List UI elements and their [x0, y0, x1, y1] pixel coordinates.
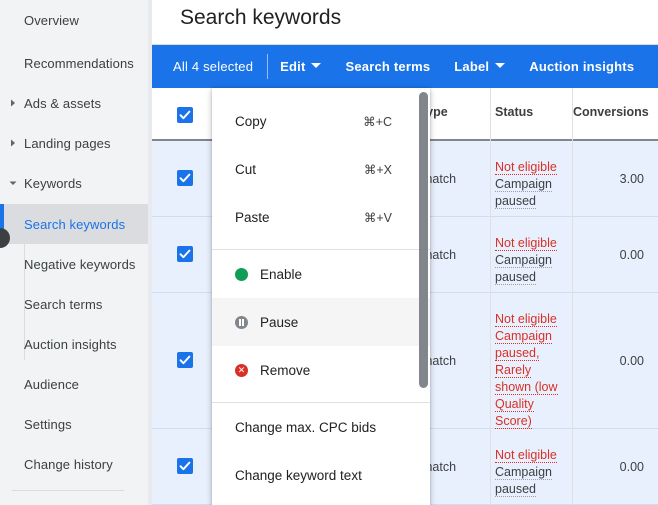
menu-item-enable[interactable]: Enable	[212, 250, 430, 298]
menu-item-shortcut: ⌘+V	[363, 210, 392, 225]
left-sidebar-nav: Overview Recommendations Ads & assets La…	[0, 0, 148, 505]
sidebar-item-change-history[interactable]: Change history	[0, 444, 148, 484]
column-divider	[572, 88, 573, 141]
chevron-down-icon	[495, 63, 506, 68]
chevron-right-icon	[8, 98, 18, 108]
sidebar-item-recommendations[interactable]: Recommendations	[0, 43, 148, 83]
bulk-action-toolbar: All 4 selected Edit Search terms Label A…	[152, 45, 658, 88]
chevron-down-icon	[8, 178, 18, 188]
remove-circle-icon: ✕	[235, 363, 248, 377]
sidebar-item-label: Negative keywords	[24, 256, 136, 272]
column-divider	[490, 88, 491, 141]
chevron-down-icon	[311, 63, 322, 68]
cell-status-main: Not eligible	[495, 448, 557, 463]
sidebar-item-ads-and-assets[interactable]: Ads & assets	[0, 83, 148, 123]
sidebar-item-label: Ads & assets	[24, 95, 102, 111]
selected-count-label: All 4 selected	[173, 59, 254, 74]
google-ads-search-keywords-screen: Overview Recommendations Ads & assets La…	[0, 0, 658, 505]
menu-item-change-max-cpc-bids[interactable]: Change max. CPC bids	[212, 403, 430, 451]
sidebar-item-keywords[interactable]: Keywords	[0, 163, 148, 203]
cell-conversions: 0.00	[619, 460, 644, 474]
sidebar-item-overview[interactable]: Overview	[0, 0, 148, 40]
edit-menu-label: Edit	[280, 59, 306, 74]
sidebar-item-negative-keywords[interactable]: Negative keywords	[0, 244, 148, 284]
menu-item-label: Remove	[260, 362, 311, 378]
page-title: Search keywords	[180, 6, 342, 29]
column-divider	[572, 293, 573, 429]
cell-conversions: 3.00	[619, 172, 644, 186]
sidebar-item-landing-pages[interactable]: Landing pages	[0, 123, 148, 163]
cell-conversions: 0.00	[619, 354, 644, 368]
cell-status-detail: Campaign paused, Rarely shown (low Quali…	[495, 329, 558, 429]
sidebar-item-search-terms[interactable]: Search terms	[0, 284, 148, 324]
sidebar-item-search-keywords[interactable]: Search keywords	[0, 204, 148, 244]
menu-item-copy[interactable]: Copy ⌘+C	[212, 97, 430, 145]
menu-item-label: Pause	[260, 314, 299, 330]
label-menu-label: Label	[454, 59, 490, 74]
sidebar-item-label: Recommendations	[24, 55, 134, 71]
sidebar-item-label: Audience	[24, 376, 80, 392]
sidebar-item-label: Search keywords	[24, 216, 126, 232]
menu-item-change-keyword-text[interactable]: Change keyword text	[212, 451, 430, 499]
cell-conversions: 0.00	[619, 248, 644, 262]
menu-item-label: Enable	[260, 266, 303, 282]
cell-status-main: Not eligible	[495, 312, 557, 327]
sidebar-item-label: Auction insights	[24, 336, 117, 352]
column-divider	[572, 217, 573, 293]
column-divider	[490, 217, 491, 293]
row-checkbox[interactable]	[177, 170, 193, 186]
enable-circle-icon	[235, 267, 248, 281]
label-menu-button[interactable]: Label	[442, 45, 517, 88]
menu-item-label: Change max. CPC bids	[235, 419, 377, 435]
sidebar-item-label: Settings	[24, 416, 72, 432]
menu-item-label: Copy	[235, 113, 267, 129]
sidebar-item-label: Search terms	[24, 296, 103, 312]
search-terms-label: Search terms	[345, 59, 431, 74]
chevron-right-icon	[8, 138, 18, 148]
cell-status-detail: Campaign paused	[495, 253, 552, 285]
column-divider	[572, 429, 573, 505]
row-checkbox[interactable]	[177, 352, 193, 368]
menu-scrollbar-thumb[interactable]	[419, 92, 428, 388]
sidebar-item-label: Change history	[24, 456, 113, 472]
sidebar-item-label: Overview	[24, 12, 79, 28]
sidebar-item-settings[interactable]: Settings	[0, 404, 148, 444]
menu-item-cut[interactable]: Cut ⌘+X	[212, 145, 430, 193]
column-divider	[490, 429, 491, 505]
select-all-checkbox[interactable]	[177, 107, 193, 123]
menu-item-label: Paste	[235, 209, 270, 225]
menu-item-remove[interactable]: ✕ Remove	[212, 346, 430, 394]
column-header-conversions[interactable]: Conversions	[573, 105, 655, 119]
column-header-status[interactable]: Status	[495, 105, 533, 119]
menu-item-shortcut: ⌘+C	[363, 114, 392, 129]
sidebar-item-label: Keywords	[24, 175, 82, 191]
cell-status-detail: Campaign paused	[495, 465, 552, 497]
pause-circle-icon	[235, 315, 248, 329]
edit-dropdown-menu: Copy ⌘+C Cut ⌘+X Paste ⌘+V Enable Pause …	[212, 88, 430, 505]
auction-insights-label: Auction insights	[529, 59, 635, 74]
menu-item-pause[interactable]: Pause	[212, 298, 430, 346]
menu-item-paste[interactable]: Paste ⌘+V	[212, 193, 430, 241]
menu-item-shortcut: ⌘+X	[363, 162, 392, 177]
sidebar-item-label: Landing pages	[24, 135, 111, 151]
cell-status-detail: Campaign paused	[495, 177, 552, 209]
column-divider	[490, 293, 491, 429]
cell-status-main: Not eligible	[495, 236, 557, 251]
sidebar-item-audience[interactable]: Audience	[0, 364, 148, 404]
search-terms-button[interactable]: Search terms	[333, 45, 442, 88]
row-checkbox[interactable]	[177, 458, 193, 474]
cell-status-main: Not eligible	[495, 160, 557, 175]
column-divider	[572, 141, 573, 217]
menu-item-label: Cut	[235, 161, 257, 177]
menu-item-label: Change keyword text	[235, 467, 362, 483]
column-divider	[490, 141, 491, 217]
row-checkbox[interactable]	[177, 246, 193, 262]
edit-menu-button[interactable]: Edit	[268, 45, 333, 88]
sidebar-divider	[12, 490, 124, 491]
auction-insights-button[interactable]: Auction insights	[517, 45, 646, 88]
menu-scrollbar-track[interactable]	[416, 88, 430, 505]
sidebar-item-auction-insights[interactable]: Auction insights	[0, 324, 148, 364]
